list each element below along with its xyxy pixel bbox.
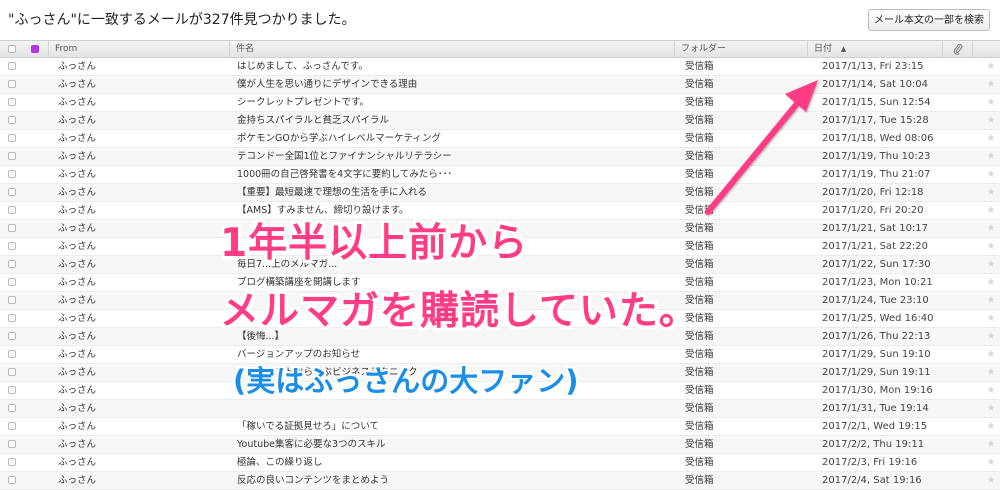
row-folder: 受信箱 — [685, 475, 714, 486]
arrow-shaft — [705, 97, 803, 215]
annotation-line-2: メルマガを購読していた。 — [220, 289, 699, 334]
table-row[interactable]: ふっさん 反応の良いコンテンツをまとめよう 受信箱 2017/2/4, Sat 19:… — [0, 472, 1000, 490]
arrow-head — [785, 80, 818, 112]
row-date: 2017/2/4, Sat 19:16 — [822, 475, 922, 486]
star-icon[interactable]: ★ — [985, 472, 997, 489]
row-subject: 反応の良いコンテンツをまとめよう — [237, 475, 390, 486]
row-checkbox[interactable] — [8, 476, 16, 484]
annotation-line-3: (実はふっさんの大ファン) — [233, 364, 579, 398]
annotation-line-1: 1年半以上前から — [220, 221, 529, 266]
row-from: ふっさん — [58, 475, 97, 486]
